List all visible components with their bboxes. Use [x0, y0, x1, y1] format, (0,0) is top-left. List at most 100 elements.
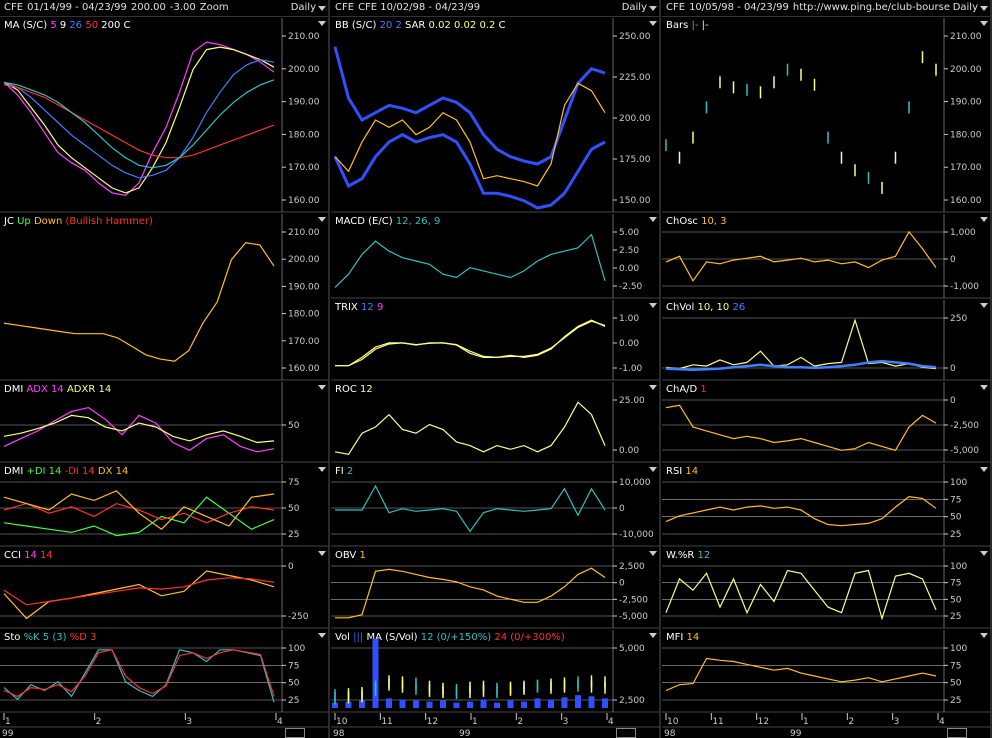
y-tick-label: 75	[950, 495, 961, 505]
series-line	[335, 320, 606, 367]
x-tick-label: 4	[939, 717, 945, 727]
y-tick-label: 25	[288, 530, 299, 540]
chevron-down-icon[interactable]	[318, 633, 326, 638]
chart-column-3: CFE 10/05/98 - 04/23/99 http://www.ping.be…	[662, 0, 992, 738]
chevron-down-icon[interactable]	[318, 551, 326, 556]
chevron-down-icon[interactable]	[649, 303, 657, 308]
bar	[467, 701, 473, 708]
panel-title: ChVol 10, 10 26	[666, 302, 745, 313]
indicator-panel[interactable]: MFI 14 100 75 50 25	[662, 630, 991, 713]
panel-title-part: |-	[688, 20, 699, 31]
series-line	[335, 484, 606, 533]
indicator-panel[interactable]: W.%R 12 100 75 50 25	[662, 548, 991, 629]
chart-svg: Bars |- |- 210.00 200.00 190.00 180.00 170.00…	[662, 0, 992, 738]
panel-title-part: 12	[358, 302, 374, 313]
panel-title-part: 1	[356, 550, 366, 561]
panel-title-part: 9	[57, 20, 67, 31]
chart-series-group	[665, 51, 937, 194]
indicator-panel[interactable]: CCI 14 14 0 -250	[0, 548, 329, 629]
panel-title: MFI 14	[666, 632, 699, 643]
panel-title-part: 14	[21, 550, 37, 561]
indicator-panel[interactable]: ChOsc 10, 3 1,000 0 -1,000	[662, 214, 991, 299]
chevron-down-icon[interactable]	[980, 303, 988, 308]
chevron-down-icon[interactable]	[980, 385, 988, 390]
y-tick-label: 250	[950, 314, 967, 324]
panel-title-part: (Bullish Hammer)	[62, 216, 153, 227]
y-tick-label: 0.00	[619, 264, 639, 274]
x-tick-label: 4	[277, 717, 283, 727]
panel-title-part: 14	[37, 550, 53, 561]
x-tick-label: 11	[381, 717, 392, 727]
panel-title-part: 24 (0/+300%)	[491, 632, 565, 643]
chart-column-2: CFE CFE 10/02/98 - 04/23/99 Daily BB (S/C) …	[331, 0, 661, 738]
chevron-down-icon[interactable]	[649, 467, 657, 472]
chevron-down-icon[interactable]	[649, 385, 657, 390]
scroll-button[interactable]	[616, 728, 636, 738]
time-axis: 1 2 3 4 99	[0, 713, 329, 738]
panel-title-part: OBV	[335, 550, 356, 561]
chevron-down-icon[interactable]	[649, 217, 657, 222]
chevron-down-icon[interactable]	[318, 385, 326, 390]
series-line	[665, 404, 937, 452]
panel-title-part: 10, 3	[698, 216, 727, 227]
indicator-panel[interactable]: Sto %K 5 (3) %D 3 100 75 50 25	[0, 630, 329, 713]
indicator-panel[interactable]: RSI 14 100 75 50 25	[662, 464, 991, 547]
chevron-down-icon[interactable]	[980, 467, 988, 472]
chart-series-group	[3, 242, 275, 362]
indicator-panel[interactable]: TRIX 12 9 1.00 0.00 -1.00	[331, 300, 660, 381]
y-tick-label: 50	[288, 421, 300, 431]
indicator-panel[interactable]: ChA/D 1 0 -2,500 -5,000	[662, 382, 991, 463]
indicator-panel[interactable]: BB (S/C) 20 2 SAR 0.02 0.02 0.2 C 250.00 2…	[331, 18, 660, 213]
chevron-down-icon[interactable]	[649, 633, 657, 638]
year-label: 99	[790, 729, 802, 738]
panel-title-part: MACD (E/C)	[335, 216, 393, 227]
chevron-down-icon[interactable]	[649, 551, 657, 556]
scroll-button[interactable]	[947, 728, 967, 738]
chevron-down-icon[interactable]	[980, 551, 988, 556]
panel-title-part: Sto	[4, 632, 20, 643]
indicator-panel[interactable]: Bars |- |- 210.00 200.00 190.00 180.00 170.00…	[662, 18, 991, 213]
series-line	[3, 79, 275, 169]
indicator-panel[interactable]: MACD (E/C) 12, 26, 9 5.00 2.50 0.00 -2.50	[331, 214, 660, 299]
panel-title-part: TRIX	[334, 302, 358, 313]
chart-series-group	[334, 401, 606, 455]
panel-title: DMI +DI 14 -DI 14 DX 14	[4, 466, 128, 477]
panel-title-part: 50	[82, 20, 98, 31]
y-tick-label: 210.00	[950, 32, 982, 42]
chart-series-group	[665, 318, 937, 372]
indicator-panel[interactable]: OBV 1 2,500 0 -2,500 -5,000	[331, 548, 660, 629]
panel-title-part: ChA/D	[666, 384, 698, 395]
panel-title-part: 0.02	[425, 20, 450, 31]
x-tick-label: 3	[186, 717, 192, 727]
indicator-panel[interactable]: Vol ||| MA (S/Vol) 12 (0/+150%) 24 (0/+3…	[331, 630, 660, 713]
panel-title-part: FI	[335, 466, 344, 477]
indicator-panel[interactable]: JC Up Down (Bullish Hammer) 210.00 200.00 1…	[0, 214, 329, 381]
indicator-panel[interactable]: DMI +DI 14 -DI 14 DX 14 75 50 25	[0, 464, 329, 547]
chevron-down-icon[interactable]	[318, 467, 326, 472]
chevron-down-icon[interactable]	[649, 21, 657, 26]
panel-title-part: ADXR 14	[64, 384, 111, 395]
chevron-down-icon[interactable]	[980, 217, 988, 222]
y-tick-label: -1,000	[950, 282, 979, 292]
bar	[386, 698, 392, 708]
y-tick-label: 180.00	[288, 130, 320, 140]
indicator-panel[interactable]: DMI ADX 14 ADXR 14 50	[0, 382, 329, 463]
chevron-down-icon[interactable]	[318, 217, 326, 222]
y-tick-label: 190.00	[288, 282, 320, 292]
y-tick-label: -5,000	[619, 612, 648, 622]
x-tick-label: 11	[712, 717, 723, 727]
chevron-down-icon[interactable]	[980, 633, 988, 638]
series-line	[335, 319, 606, 367]
indicator-panel[interactable]: FI 2 10,000 0 -10,000	[331, 464, 660, 547]
x-tick-label: 3	[563, 717, 569, 727]
panel-title: RSI 14	[666, 466, 698, 477]
panel-title-part: ADX 14	[23, 384, 63, 395]
panel-title-part: -DI 14	[61, 466, 94, 477]
series-line	[665, 230, 937, 282]
panel-title-part: 12	[694, 550, 710, 561]
scroll-button[interactable]	[285, 728, 305, 738]
y-tick-label: 50	[288, 504, 300, 514]
panel-title-part: ChVol	[666, 302, 694, 313]
chevron-down-icon[interactable]	[980, 21, 988, 26]
chevron-down-icon[interactable]	[318, 21, 326, 26]
